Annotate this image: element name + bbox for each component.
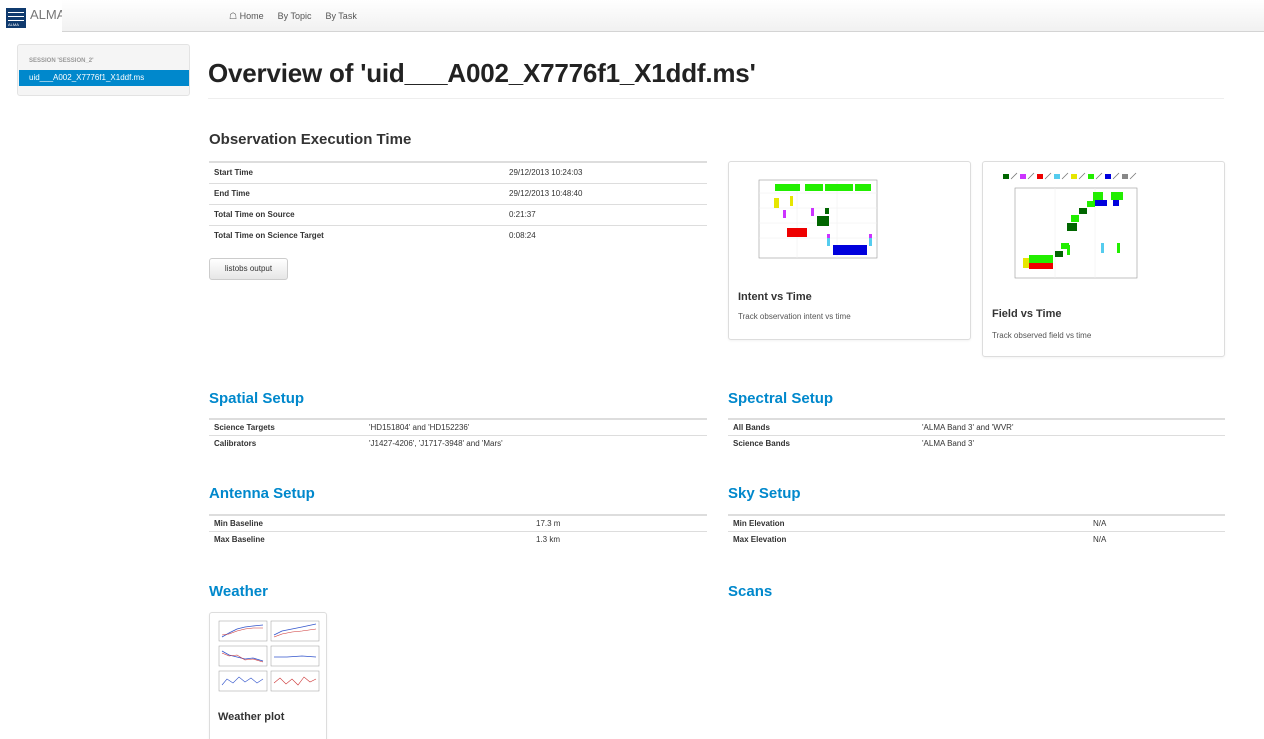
intent-vs-time-plot xyxy=(758,179,878,259)
antenna-setup-table: Min Baseline 17.3 m Max Baseline 1.3 km xyxy=(209,514,707,547)
field-vs-time-thumbnail[interactable]: Field vs Time Track observed field vs ti… xyxy=(982,161,1225,357)
table-row: Science Targets 'HD151804' and 'HD152236' xyxy=(209,418,707,435)
row-value: 1.3 km xyxy=(531,530,707,547)
execution-time-heading: Observation Execution Time xyxy=(209,131,412,148)
row-value: 0:21:37 xyxy=(504,203,707,225)
row-label: Max Baseline xyxy=(209,530,531,547)
table-row: Max Baseline 1.3 km xyxy=(209,530,707,547)
intent-vs-time-title: Intent vs Time xyxy=(738,291,812,303)
session-header: SESSION 'SESSION_2' xyxy=(29,58,94,64)
table-row: All Bands 'ALMA Band 3' and 'WVR' xyxy=(728,418,1225,435)
sidebar-item-ms[interactable]: uid___A002_X7776f1_X1ddf.ms xyxy=(19,70,189,86)
weather-heading[interactable]: Weather xyxy=(209,583,268,600)
spatial-setup-table: Science Targets 'HD151804' and 'HD152236'… xyxy=(209,418,707,451)
table-row: Science Bands 'ALMA Band 3' xyxy=(728,434,1225,451)
nav-home[interactable]: ☖ Home xyxy=(229,11,264,22)
sky-setup-table: Min Elevation N/A Max Elevation N/A xyxy=(728,514,1225,547)
field-vs-time-plot xyxy=(1003,172,1138,279)
title-divider xyxy=(208,98,1224,99)
table-row: Total Time on Source 0:21:37 xyxy=(209,203,707,225)
table-row: Start Time 29/12/2013 10:24:03 xyxy=(209,161,707,183)
field-legend-icon xyxy=(1003,172,1137,180)
row-label: Min Elevation xyxy=(728,514,1088,531)
row-value: 0:08:24 xyxy=(504,224,707,246)
table-row: Calibrators 'J1427-4206', 'J1717-3948' an… xyxy=(209,434,707,451)
top-navbar: ALMA ALMA ☖ Home By Topic By Task xyxy=(0,0,1264,32)
spectral-setup-heading[interactable]: Spectral Setup xyxy=(728,390,833,407)
row-value: 'HD151804' and 'HD152236' xyxy=(364,418,707,435)
row-label: Total Time on Source xyxy=(209,203,504,225)
intent-vs-time-text: Track observation intent vs time xyxy=(738,312,851,321)
brand-area[interactable]: ALMA ALMA xyxy=(0,0,62,32)
session-sidebar: SESSION 'SESSION_2' uid___A002_X7776f1_X… xyxy=(17,44,190,96)
nav-by-task[interactable]: By Task xyxy=(325,11,356,22)
row-value: 'ALMA Band 3' and 'WVR' xyxy=(917,418,1225,435)
weather-plot-thumbnail[interactable]: Weather plot xyxy=(209,612,327,739)
listobs-output-button[interactable]: listobs output xyxy=(209,258,288,280)
intent-vs-time-thumbnail[interactable]: Intent vs Time Track observation intent … xyxy=(728,161,971,340)
row-value: N/A xyxy=(1088,530,1225,547)
row-value: N/A xyxy=(1088,514,1225,531)
scans-heading[interactable]: Scans xyxy=(728,583,772,600)
table-row: Total Time on Science Target 0:08:24 xyxy=(209,224,707,246)
spectral-setup-table: All Bands 'ALMA Band 3' and 'WVR' Science… xyxy=(728,418,1225,451)
row-label: Science Targets xyxy=(209,418,364,435)
spatial-setup-heading[interactable]: Spatial Setup xyxy=(209,390,304,407)
row-value: 29/12/2013 10:24:03 xyxy=(504,161,707,183)
sky-setup-heading[interactable]: Sky Setup xyxy=(728,485,801,502)
row-label: End Time xyxy=(209,182,504,204)
row-label: Calibrators xyxy=(209,434,364,451)
home-icon: ☖ xyxy=(229,11,238,21)
table-row: Min Elevation N/A xyxy=(728,514,1225,531)
row-label: Min Baseline xyxy=(209,514,531,531)
alma-logo-icon: ALMA xyxy=(6,8,26,28)
antenna-setup-heading[interactable]: Antenna Setup xyxy=(209,485,315,502)
row-label: Science Bands xyxy=(728,434,917,451)
row-label: All Bands xyxy=(728,418,917,435)
row-value: 17.3 m xyxy=(531,514,707,531)
row-label: Start Time xyxy=(209,161,504,183)
table-row: Min Baseline 17.3 m xyxy=(209,514,707,531)
row-value: 29/12/2013 10:48:40 xyxy=(504,182,707,204)
nav-by-topic[interactable]: By Topic xyxy=(278,11,312,22)
execution-time-table: Start Time 29/12/2013 10:24:03 End Time 29… xyxy=(209,161,707,246)
field-vs-time-title: Field vs Time xyxy=(992,308,1062,320)
row-value: 'ALMA Band 3' xyxy=(917,434,1225,451)
field-vs-time-text: Track observed field vs time xyxy=(992,331,1092,340)
table-row: End Time 29/12/2013 10:48:40 xyxy=(209,182,707,204)
row-label: Max Elevation xyxy=(728,530,1088,547)
main-nav: ☖ Home By Topic By Task xyxy=(229,11,357,22)
page-title: Overview of 'uid___A002_X7776f1_X1ddf.ms… xyxy=(208,58,756,88)
row-value: 'J1427-4206', 'J1717-3948' and 'Mars' xyxy=(364,434,707,451)
brand-name: ALMA xyxy=(30,7,62,22)
table-row: Max Elevation N/A xyxy=(728,530,1225,547)
nav-home-label: Home xyxy=(239,11,264,21)
weather-plot-image xyxy=(218,620,320,692)
weather-plot-title: Weather plot xyxy=(218,711,285,723)
row-label: Total Time on Science Target xyxy=(209,224,504,246)
